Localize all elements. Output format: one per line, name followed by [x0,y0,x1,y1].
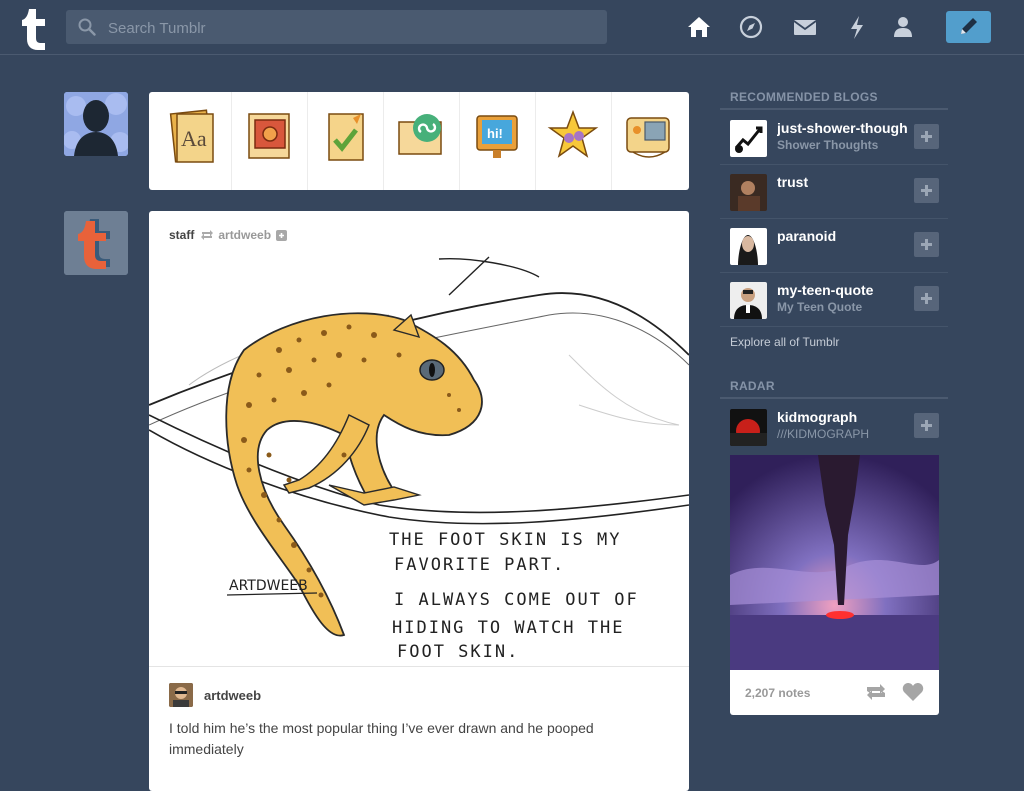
radar-post-image[interactable] [730,455,939,670]
post-text-button[interactable]: Aa [155,92,232,190]
reblogger-name[interactable]: staff [169,228,194,242]
caption-user-avatar[interactable] [169,683,193,707]
blog-avatar[interactable] [730,228,767,265]
text-icon: Aa [169,109,214,163]
like-heart-icon[interactable] [902,682,924,702]
post-link-button[interactable] [383,92,460,190]
compose-button[interactable] [946,11,991,43]
illustration-text-line-1: THE FOOT SKIN IS MY [389,530,621,550]
recommended-blog-row[interactable]: paranoid [720,218,948,273]
audio-icon [547,109,599,158]
blog-name[interactable]: trust [777,174,907,190]
post-divider [149,666,689,667]
svg-text:hi!: hi! [487,126,503,141]
search-bar[interactable] [66,10,607,46]
recommended-blog-row[interactable]: trust [720,164,948,219]
video-icon [626,117,670,158]
explore-all-link[interactable]: Explore all of Tumblr [730,335,839,349]
blog-title: My Teen Quote [777,300,863,314]
illustration-text-line-4: HIDING TO WATCH THE [392,618,624,638]
tumblr-logo-icon[interactable] [18,6,52,50]
chat-icon: hi! [476,115,518,158]
account-icon[interactable] [890,14,916,40]
post-video-button[interactable] [611,92,687,190]
quote-icon [328,113,364,161]
post-photo-button[interactable] [231,92,308,190]
caption-username[interactable]: artdweeb [204,688,261,703]
follow-button[interactable] [914,286,939,311]
radar-blog-name[interactable]: kidmograph [777,409,907,425]
post-header: staff artdweeb [169,227,288,243]
illustration-text-line-5: FOOT SKIN. [397,642,519,662]
inbox-icon[interactable] [792,14,818,40]
link-icon [398,114,442,155]
svg-text:Aa: Aa [181,126,207,151]
reblog-small-icon [201,230,214,240]
post-type-bar: Aa hi! [149,92,689,190]
radar-post-card[interactable]: 2,207 notes [730,455,939,715]
recommended-blog-row[interactable]: just-shower-thoughts Shower Thoughts [720,110,948,165]
radar-blog-title: ///KIDMOGRAPH [777,427,870,441]
post-caption: I told him he’s the most popular thing I… [169,720,594,757]
follow-button[interactable] [914,232,939,257]
radar-blog-avatar[interactable] [730,409,767,446]
illustration-text-line-3: I ALWAYS COME OUT OF [394,590,639,610]
follow-button[interactable] [914,124,939,149]
radar-title: RADAR [730,379,775,393]
reblog-icon[interactable] [864,682,888,702]
blog-avatar[interactable] [730,282,767,319]
blog-name[interactable]: my-teen-quote [777,282,907,298]
search-icon [78,18,96,36]
staff-avatar[interactable] [64,211,128,275]
post-audio-button[interactable] [535,92,612,190]
illustration-signature: ARTDWEEB [229,578,308,594]
blog-title: Shower Thoughts [777,138,879,152]
post-chat-button[interactable]: hi! [459,92,536,190]
top-bar [0,0,1024,55]
home-icon[interactable] [686,14,712,40]
search-input[interactable] [106,10,600,46]
post-quote-button[interactable] [307,92,384,190]
blog-avatar[interactable] [730,120,767,157]
recommended-blogs-title: RECOMMENDED BLOGS [730,90,878,104]
activity-icon[interactable] [844,14,870,40]
gecko-illustration: ARTDWEEB THE FOOT SKIN IS MY FAVORITE PA… [149,255,689,667]
illustration-text-line-2: FAVORITE PART. [394,555,565,575]
follow-button[interactable] [914,178,939,203]
radar-notes-count[interactable]: 2,207 notes [745,686,810,700]
recommended-blog-row[interactable]: my-teen-quote My Teen Quote [720,272,948,327]
follow-source-icon[interactable] [276,229,288,241]
radar-blog-row[interactable]: kidmograph ///KIDMOGRAPH [720,399,948,453]
blog-name[interactable]: paranoid [777,228,907,244]
source-blog-name[interactable]: artdweeb [218,228,271,242]
pencil-icon [961,18,977,34]
blog-name[interactable]: just-shower-thoughts [777,120,907,136]
photo-icon [248,113,290,159]
user-avatar[interactable] [64,92,128,156]
radar-follow-button[interactable] [914,413,939,438]
dashboard-post: staff artdweeb ARTDWEEB THE FOOT SKIN IS… [149,211,689,791]
explore-icon[interactable] [738,14,764,40]
blog-avatar[interactable] [730,174,767,211]
